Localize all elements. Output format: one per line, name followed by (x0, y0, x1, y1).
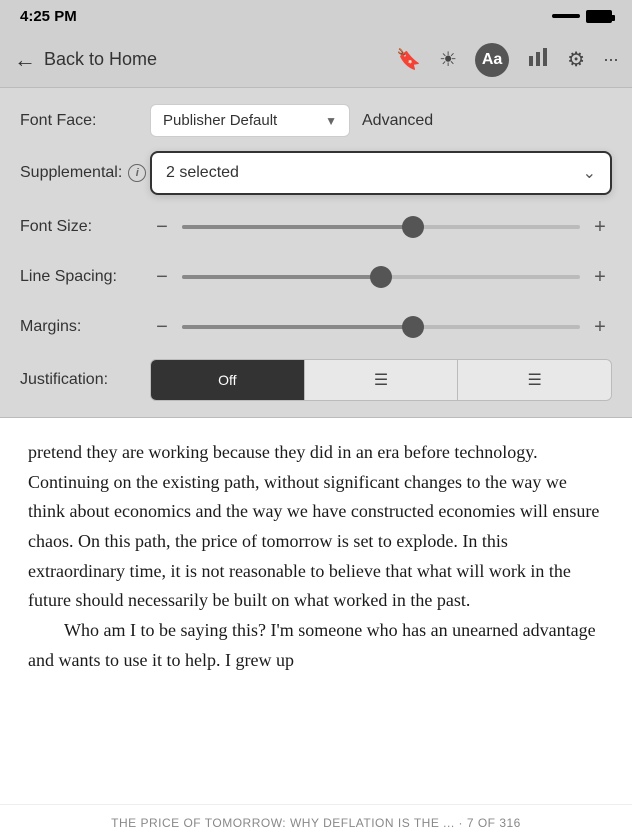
book-footer-text: THE PRICE OF TOMORROW: WHY DEFLATION IS … (111, 816, 521, 830)
nav-right: 🔖 ☀ Aa ⚙ ··· (396, 43, 618, 77)
margins-thumb[interactable] (402, 316, 424, 338)
supplemental-label: Supplemental: i (20, 164, 150, 182)
nav-bar: ← Back to Home 🔖 ☀ Aa ⚙ ··· (0, 32, 632, 88)
status-bar: 4:25 PM (0, 0, 632, 32)
advanced-button[interactable]: Advanced (362, 112, 433, 130)
font-size-increase-button[interactable]: + (588, 217, 612, 237)
font-face-row: Font Face: Publisher Default ▼ Advanced (20, 104, 612, 137)
font-face-controls: Publisher Default ▼ Advanced (150, 104, 612, 137)
font-face-label: Font Face: (20, 112, 150, 130)
justification-off-button[interactable]: Off (151, 360, 305, 400)
more-options-icon[interactable]: ··· (603, 49, 618, 70)
font-face-dropdown[interactable]: Publisher Default ▼ (150, 104, 350, 137)
font-face-chevron-icon: ▼ (325, 114, 337, 128)
justification-row: Justification: Off ☰ ☰ (20, 359, 612, 401)
back-to-home-label[interactable]: Back to Home (44, 49, 157, 70)
book-content: pretend they are working because they di… (0, 418, 632, 804)
line-spacing-decrease-button[interactable]: − (150, 267, 174, 287)
line-spacing-track[interactable] (182, 275, 580, 279)
font-settings-button[interactable]: Aa (475, 43, 509, 77)
book-paragraph-2: Who am I to be saying this? I'm someone … (28, 616, 604, 675)
font-size-label: Font Size: (20, 218, 150, 236)
supplemental-dropdown[interactable]: 2 selected ⌄ (150, 151, 612, 195)
back-arrow-icon[interactable]: ← (14, 47, 36, 73)
font-face-value: Publisher Default (163, 112, 277, 129)
status-time: 4:25 PM (20, 8, 77, 25)
justification-left-button[interactable]: ☰ (305, 360, 459, 400)
font-size-row: Font Size: − + (20, 209, 612, 245)
info-icon[interactable]: i (128, 164, 146, 182)
justification-controls: Off ☰ ☰ (150, 359, 612, 401)
margins-row: Margins: − + (20, 309, 612, 345)
font-size-slider-controls: − + (150, 217, 612, 237)
bookmark-icon[interactable]: 🔖 (396, 47, 421, 72)
margins-track[interactable] (182, 325, 580, 329)
margins-decrease-button[interactable]: − (150, 317, 174, 337)
line-spacing-increase-button[interactable]: + (588, 267, 612, 287)
settings-panel: Font Face: Publisher Default ▼ Advanced … (0, 88, 632, 418)
justification-full-button[interactable]: ☰ (458, 360, 611, 400)
font-size-thumb[interactable] (402, 216, 424, 238)
gear-icon[interactable]: ⚙ (567, 47, 585, 72)
supplemental-row: Supplemental: i 2 selected ⌄ (20, 151, 612, 195)
line-spacing-label: Line Spacing: (20, 268, 150, 286)
nav-left: ← Back to Home (14, 47, 157, 73)
line-spacing-fill (182, 275, 381, 279)
margins-fill (182, 325, 413, 329)
justify-full-icon: ☰ (528, 372, 542, 389)
line-spacing-row: Line Spacing: − + (20, 259, 612, 295)
brightness-icon[interactable]: ☀ (439, 47, 457, 72)
font-size-fill (182, 225, 413, 229)
margins-label: Margins: (20, 318, 150, 336)
supplemental-value: 2 selected (166, 164, 239, 182)
signal-icon (552, 14, 580, 18)
book-text: pretend they are working because they di… (28, 438, 604, 676)
line-spacing-thumb[interactable] (370, 266, 392, 288)
line-spacing-slider-controls: − + (150, 267, 612, 287)
margins-slider-controls: − + (150, 317, 612, 337)
battery-icon (586, 10, 612, 23)
chart-icon[interactable] (527, 46, 549, 74)
status-right (552, 10, 612, 23)
justification-label: Justification: (20, 371, 150, 389)
book-paragraph-1: pretend they are working because they di… (28, 438, 604, 616)
margins-increase-button[interactable]: + (588, 317, 612, 337)
font-size-track[interactable] (182, 225, 580, 229)
book-footer: THE PRICE OF TOMORROW: WHY DEFLATION IS … (0, 804, 632, 840)
font-size-decrease-button[interactable]: − (150, 217, 174, 237)
supplemental-chevron-icon: ⌄ (583, 163, 596, 183)
justify-left-icon: ☰ (374, 372, 388, 389)
